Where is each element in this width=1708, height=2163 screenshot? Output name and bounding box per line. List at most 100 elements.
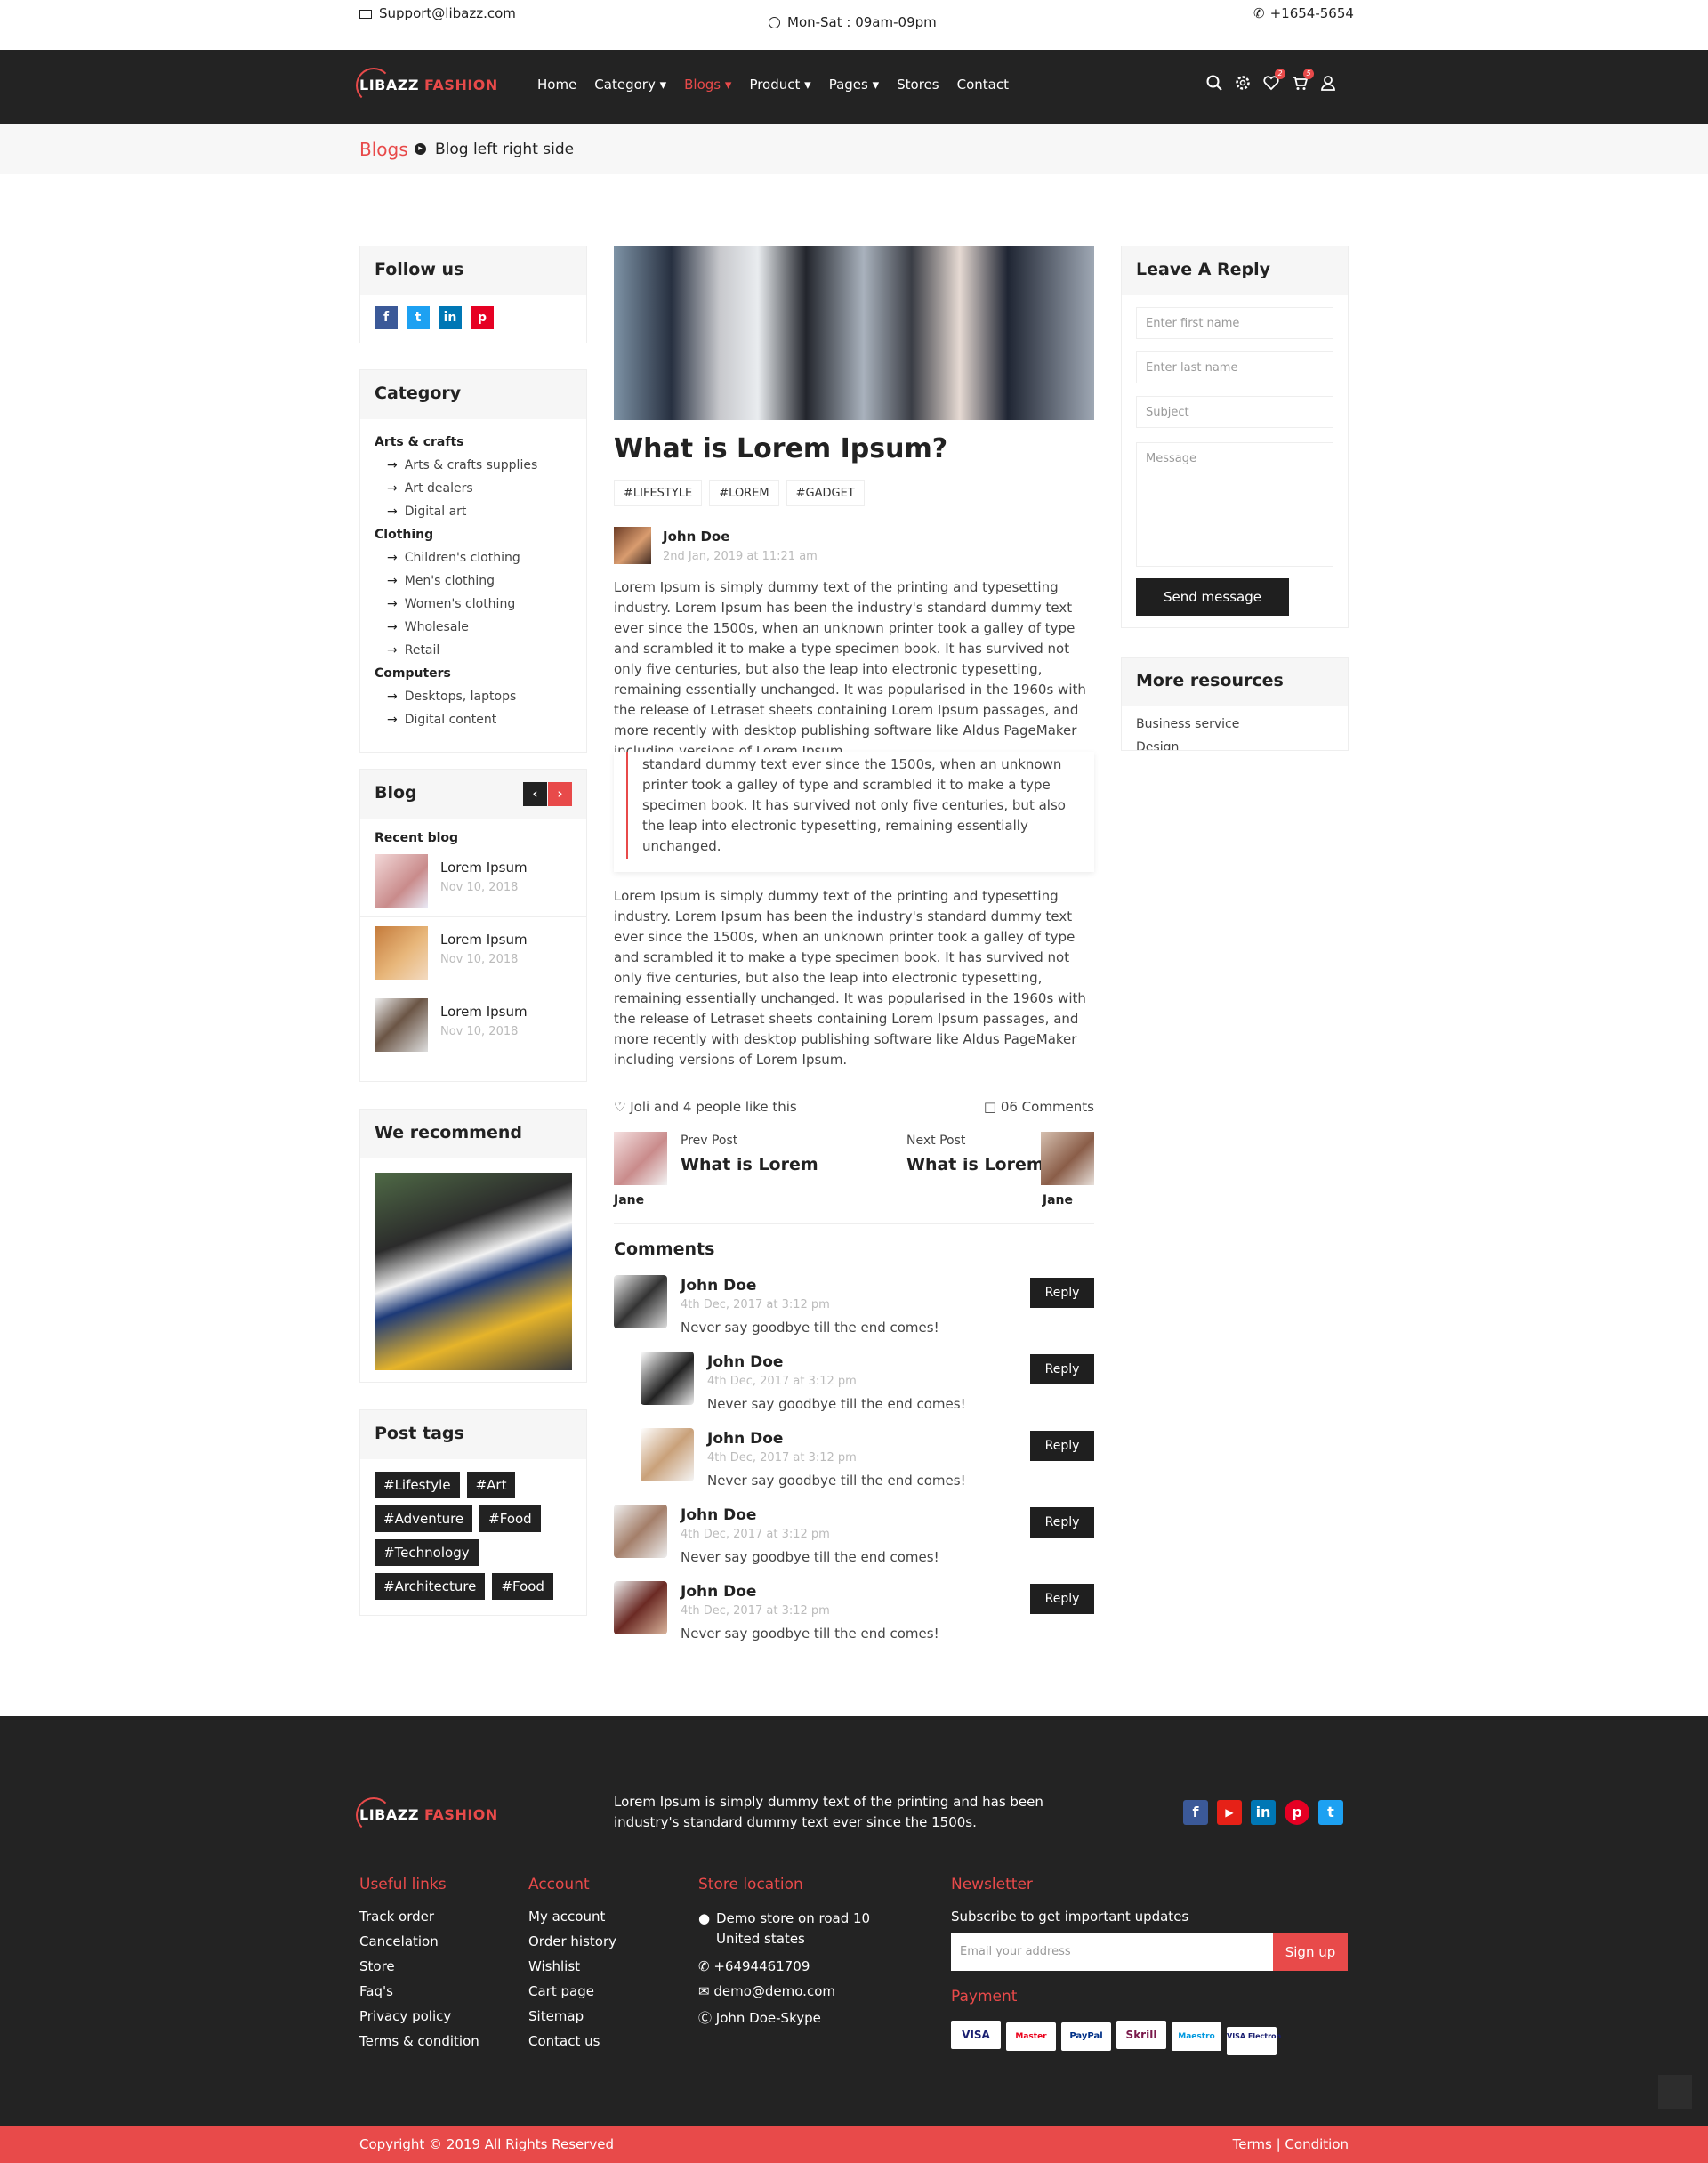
subcategory-item[interactable]: Children's clothing	[387, 551, 572, 565]
tag-chip[interactable]: #Food	[479, 1505, 541, 1532]
category-computers[interactable]: Computers	[375, 666, 572, 681]
footer-link[interactable]: Order history	[528, 1933, 616, 1949]
pinterest-icon[interactable]: p	[1285, 1800, 1309, 1825]
post-tag[interactable]: #LOREM	[709, 480, 779, 506]
linkedin-icon[interactable]: in	[1251, 1800, 1276, 1825]
last-name-input[interactable]: Enter last name	[1136, 351, 1333, 383]
footer-link[interactable]: Terms & condition	[359, 2033, 479, 2049]
reply-button[interactable]: Reply	[1030, 1354, 1094, 1384]
footer-link[interactable]: Sitemap	[528, 2008, 584, 2024]
nav-product[interactable]: Product ▾	[749, 77, 810, 93]
tag-chip[interactable]: #Adventure	[375, 1505, 473, 1532]
prev-post-title[interactable]: What is Lorem	[681, 1155, 818, 1174]
signup-button[interactable]: Sign up	[1273, 1933, 1348, 1971]
youtube-icon[interactable]: ▶	[1217, 1800, 1242, 1825]
recent-blog-item[interactable]: Lorem Ipsum Nov 10, 2018	[360, 845, 586, 917]
footer-link[interactable]: Contact us	[528, 2033, 600, 2049]
category-arts-crafts[interactable]: Arts & crafts	[375, 435, 572, 449]
first-name-input[interactable]: Enter first name	[1136, 307, 1333, 339]
next-post-title[interactable]: What is Lorem	[906, 1155, 1044, 1174]
store-email[interactable]: ✉ demo@demo.com	[698, 1983, 835, 1999]
prev-post-thumbnail[interactable]	[614, 1132, 667, 1185]
footer-link[interactable]: Wishlist	[528, 1958, 580, 1974]
author-name[interactable]: John Doe	[663, 529, 729, 545]
main-menu: Home Category ▾ Blogs ▾ Product ▾ Pages …	[537, 77, 1009, 93]
newsletter-email-input[interactable]: Email your address	[951, 1933, 1273, 1971]
wishlist-heart-icon[interactable]: 2	[1263, 69, 1285, 91]
cart-icon[interactable]: 5	[1292, 69, 1314, 91]
support-email[interactable]: Support@libazz.com	[359, 5, 516, 21]
scroll-to-top-button[interactable]	[1658, 2075, 1692, 2109]
user-icon[interactable]	[1320, 75, 1336, 91]
subcategory-item[interactable]: Digital art	[387, 504, 572, 519]
post-tag[interactable]: #LIFESTYLE	[614, 480, 703, 506]
twitter-icon[interactable]: t	[407, 306, 430, 329]
next-post-thumbnail[interactable]	[1041, 1132, 1094, 1185]
footer-link[interactable]: Track order	[359, 1909, 434, 1925]
message-textarea[interactable]: Message	[1136, 442, 1333, 567]
reply-button[interactable]: Reply	[1030, 1507, 1094, 1538]
top-bar: Support@libazz.com Mon-Sat : 09am-09pm ✆…	[0, 0, 1708, 50]
search-icon[interactable]	[1206, 75, 1222, 91]
subcategory-item[interactable]: Desktops, laptops	[387, 690, 572, 704]
post-paragraph-2: Lorem Ipsum is simply dummy text of the …	[614, 888, 1086, 1068]
subcategory-item[interactable]: Retail	[387, 643, 572, 658]
brand-logo[interactable]: LIBAZZ FASHION	[356, 68, 498, 103]
reply-button[interactable]: Reply	[1030, 1278, 1094, 1308]
wishlist-badge: 2	[1275, 69, 1285, 79]
footer-link[interactable]: Faq's	[359, 1983, 393, 1999]
linkedin-icon[interactable]: in	[439, 306, 462, 329]
chevron-left-icon[interactable]: ‹	[523, 782, 547, 806]
commenter-name: John Doe	[681, 1277, 757, 1295]
tag-chip[interactable]: #Food	[492, 1573, 553, 1600]
nav-pages[interactable]: Pages ▾	[829, 77, 879, 93]
footer-link[interactable]: Store	[359, 1958, 395, 1974]
terms-link[interactable]: Terms | Condition	[1233, 2136, 1349, 2152]
resource-link[interactable]: Business service	[1122, 706, 1348, 731]
footer-link[interactable]: Cart page	[528, 1983, 594, 1999]
gear-icon[interactable]	[1235, 75, 1251, 91]
nav-blogs[interactable]: Blogs ▾	[684, 77, 731, 93]
nav-home[interactable]: Home	[537, 77, 576, 93]
header-icons: 2 5	[1206, 69, 1336, 91]
footer-link[interactable]: My account	[528, 1909, 605, 1925]
subcategory-item[interactable]: Art dealers	[387, 481, 572, 496]
footer-link[interactable]: Cancelation	[359, 1933, 439, 1949]
post-comments-count[interactable]: □ 06 Comments	[984, 1099, 1094, 1115]
pinterest-icon[interactable]: p	[471, 306, 494, 329]
post-likes[interactable]: ♡ Joli and 4 people like this	[614, 1099, 797, 1115]
breadcrumb-blogs[interactable]: Blogs	[359, 139, 408, 160]
subject-input[interactable]: Subject	[1136, 396, 1333, 428]
footer-link[interactable]: Privacy policy	[359, 2008, 451, 2024]
subcategory-item[interactable]: Wholesale	[387, 620, 572, 634]
subcategory-item[interactable]: Men's clothing	[387, 574, 572, 588]
send-message-button[interactable]: Send message	[1136, 578, 1289, 616]
subcategory-item[interactable]: Women's clothing	[387, 597, 572, 611]
resource-link[interactable]: Design	[1122, 731, 1348, 750]
facebook-icon[interactable]: f	[1183, 1800, 1208, 1825]
store-skype[interactable]: Ⓒ John Doe-Skype	[698, 2008, 821, 2027]
footer-logo[interactable]: LIBAZZ FASHION	[356, 1797, 498, 1833]
post-tag[interactable]: #GADGET	[786, 480, 865, 506]
reply-button[interactable]: Reply	[1030, 1584, 1094, 1614]
tag-chip[interactable]: #Lifestyle	[375, 1472, 460, 1498]
category-clothing[interactable]: Clothing	[375, 528, 572, 542]
subcategory-item[interactable]: Digital content	[387, 713, 572, 727]
recommend-image[interactable]	[375, 1173, 572, 1370]
nav-category[interactable]: Category ▾	[594, 77, 666, 93]
recent-blog-item[interactable]: Lorem Ipsum Nov 10, 2018	[360, 989, 586, 1061]
subcategory-item[interactable]: Arts & crafts supplies	[387, 458, 572, 472]
tag-chip[interactable]: #Technology	[375, 1539, 479, 1566]
recent-blog-item[interactable]: Lorem Ipsum Nov 10, 2018	[360, 917, 586, 989]
chevron-right-icon[interactable]: ›	[548, 782, 572, 806]
store-phone[interactable]: ✆ +6494461709	[698, 1958, 810, 1974]
main-navbar: LIBAZZ FASHION Home Category ▾ Blogs ▾ Pr…	[0, 50, 1708, 124]
facebook-icon[interactable]: f	[375, 306, 398, 329]
support-phone[interactable]: ✆ +1654-5654	[1253, 5, 1354, 21]
reply-button[interactable]: Reply	[1030, 1431, 1094, 1461]
nav-contact[interactable]: Contact	[957, 77, 1009, 93]
tag-chip[interactable]: #Art	[466, 1472, 516, 1498]
tag-chip[interactable]: #Architecture	[375, 1573, 486, 1600]
nav-stores[interactable]: Stores	[897, 77, 939, 93]
twitter-icon[interactable]: t	[1318, 1800, 1343, 1825]
